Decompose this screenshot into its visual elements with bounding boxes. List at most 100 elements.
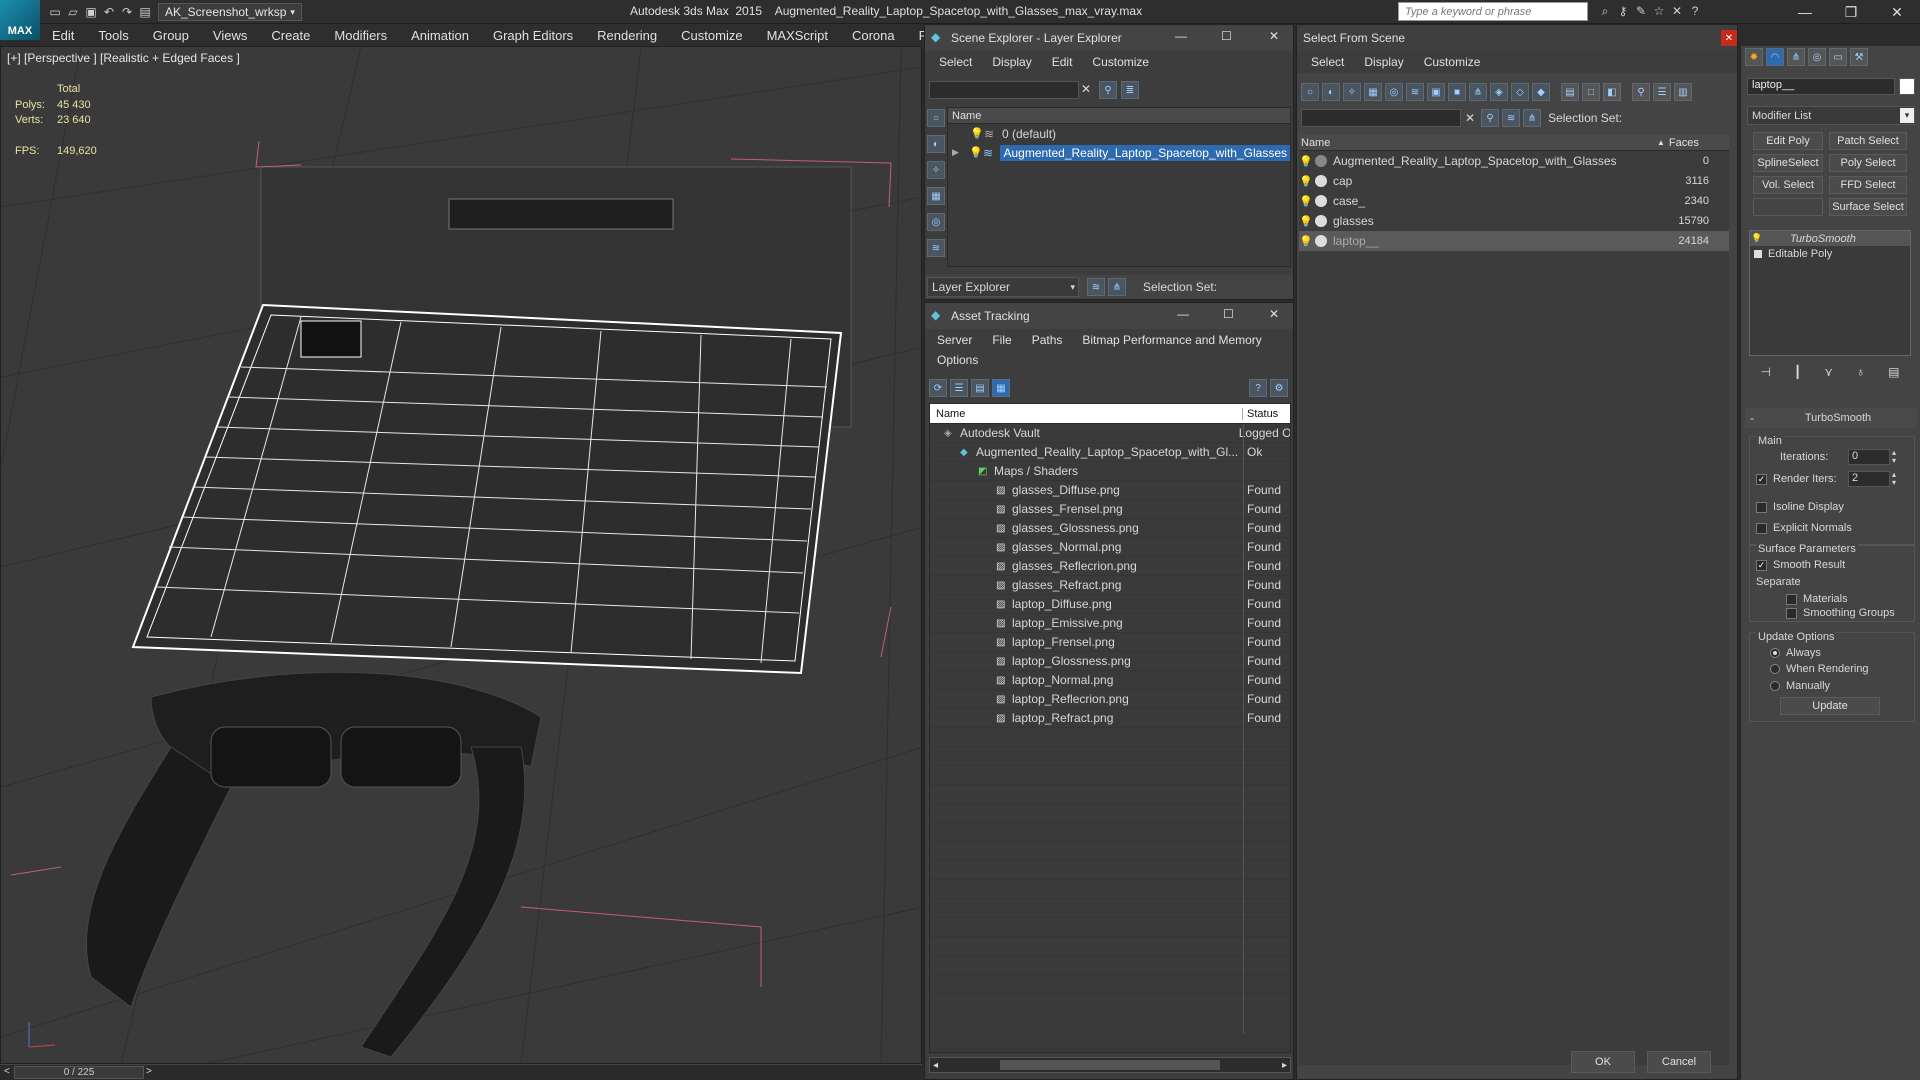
tree-view-icon[interactable]: ▤ (971, 379, 989, 397)
always-radio[interactable] (1770, 648, 1780, 658)
iterations-spinner[interactable]: 0 (1848, 449, 1890, 465)
se-search-field[interactable] (929, 81, 1079, 99)
close-icon[interactable]: ✕ (1269, 29, 1279, 43)
render-iters-spinner[interactable]: 2 (1848, 471, 1890, 487)
close-button[interactable]: ✕ (1874, 0, 1920, 24)
display-xrefs-icon[interactable]: ■ (1448, 83, 1466, 101)
maximize-icon[interactable]: ☐ (1223, 307, 1234, 321)
poly-select-button[interactable]: Poly Select (1829, 154, 1907, 172)
at-menu-file[interactable]: File (982, 333, 1021, 347)
table-view-icon[interactable]: ▦ (992, 379, 1010, 397)
scene-explorer-titlebar[interactable]: ◆ Scene Explorer - Layer Explorer — ☐ ✕ (925, 25, 1293, 51)
display-lights-icon[interactable]: ✧ (927, 161, 945, 179)
help-icon[interactable]: ? (1249, 379, 1267, 397)
layer-icon[interactable]: ≋ (1502, 109, 1521, 127)
minimize-icon[interactable]: — (1175, 29, 1187, 43)
motion-tab-icon[interactable]: ◎ (1808, 48, 1826, 66)
asset-row[interactable]: ▨ laptop_Reflecrion.png Found (930, 690, 1290, 709)
empty-modifier-button[interactable] (1753, 198, 1823, 216)
configure-sets-icon[interactable]: ▤ (1888, 365, 1899, 379)
asset-row[interactable]: ▨ glasses_Normal.png Found (930, 538, 1290, 557)
viewport-label[interactable]: [+] [Perspective ] [Realistic + Edged Fa… (7, 51, 240, 65)
sfs-search-field[interactable] (1301, 109, 1461, 127)
lightbulb-icon[interactable]: 💡 (969, 146, 983, 159)
collapse-icon[interactable]: - (1745, 411, 1759, 425)
restore-button[interactable]: ❐ (1828, 0, 1874, 24)
close-x-icon[interactable]: ✕ (1668, 3, 1686, 19)
display-lights-icon[interactable]: ✧ (1343, 83, 1361, 101)
scroll-left-icon[interactable]: ◂ (933, 1060, 938, 1071)
display-frozen-icon[interactable]: ◇ (1511, 83, 1529, 101)
explorer-type-dropdown[interactable]: Layer Explorer ▾ (927, 277, 1079, 297)
project-icon[interactable]: ▤ (136, 4, 154, 20)
se-menu-edit[interactable]: Edit (1042, 55, 1083, 69)
open-file-icon[interactable]: ▱ (64, 4, 82, 20)
lightbulb-icon[interactable]: 💡 (1299, 175, 1313, 188)
smooth-result-checkbox[interactable]: ✓ (1756, 559, 1767, 571)
layer-manager-icon[interactable]: ≋ (1087, 278, 1105, 296)
at-menu-server[interactable]: Server (927, 333, 982, 347)
display-none-icon[interactable]: □ (1582, 83, 1600, 101)
scene-object-row[interactable]: 💡 Augmented_Reality_Laptop_Spacetop_with_… (1299, 151, 1729, 171)
spinner-arrows-icon[interactable]: ▴ ▾ (1892, 449, 1896, 465)
display-shapes-icon[interactable]: ◐ (1322, 83, 1340, 101)
at-menu-bitmap[interactable]: Bitmap Performance and Memory (1072, 333, 1271, 347)
display-cameras-icon[interactable]: ▦ (927, 187, 945, 205)
scene-object-row[interactable]: 💡 case_ 2340 (1299, 191, 1729, 211)
next-frame-icon[interactable]: > (146, 1066, 152, 1077)
se-col-name[interactable]: Name (948, 108, 1290, 124)
scrollbar-thumb[interactable] (1000, 1060, 1220, 1070)
at-menu-options[interactable]: Options (927, 353, 988, 367)
asset-row[interactable]: ◆ Augmented_Reality_Laptop_Spacetop_with_… (930, 443, 1290, 462)
menu-modifiers[interactable]: Modifiers (322, 28, 399, 43)
layer-row-selected[interactable]: ▶ 💡 ≋ Augmented_Reality_Laptop_Spacetop_… (948, 143, 1290, 162)
spinner-arrows-icon[interactable]: ▴ ▾ (1892, 471, 1896, 487)
create-tab-icon[interactable]: ✹ (1745, 48, 1763, 66)
sfs-menu-display[interactable]: Display (1354, 55, 1413, 69)
ffd-select-button[interactable]: FFD Select (1829, 176, 1907, 194)
sfs-titlebar[interactable]: Select From Scene ✕ (1297, 25, 1737, 51)
sfs-col-name[interactable]: Name (1299, 137, 1667, 149)
minimize-button[interactable]: — (1782, 0, 1828, 24)
patch-select-button[interactable]: Patch Select (1829, 132, 1907, 150)
time-slider-thumb[interactable]: 0 / 225 (14, 1066, 144, 1079)
asset-row[interactable]: ▨ glasses_Refract.png Found (930, 576, 1290, 595)
menu-create[interactable]: Create (259, 28, 322, 43)
redo-icon[interactable]: ↷ (118, 4, 136, 20)
key-icon[interactable]: ⚷ (1614, 3, 1632, 19)
expand-arrow-icon[interactable]: ▶ (952, 147, 969, 158)
clear-search-icon[interactable]: ✕ (1465, 111, 1475, 125)
menu-graph-editors[interactable]: Graph Editors (481, 28, 585, 43)
communication-icon[interactable]: ✎ (1632, 3, 1650, 19)
maximize-icon[interactable]: ☐ (1221, 29, 1232, 43)
perspective-viewport[interactable]: [+] [Perspective ] [Realistic + Edged Fa… (0, 46, 922, 1064)
asset-tracking-titlebar[interactable]: ◆ Asset Tracking — ☐ ✕ (925, 303, 1293, 329)
se-menu-select[interactable]: Select (929, 55, 982, 69)
remove-modifier-icon[interactable]: ♁ (1856, 365, 1865, 379)
menu-customize[interactable]: Customize (669, 28, 754, 43)
menu-animation[interactable]: Animation (399, 28, 481, 43)
cancel-button[interactable]: Cancel (1647, 1051, 1711, 1073)
menu-tools[interactable]: Tools (86, 28, 140, 43)
new-file-icon[interactable]: ▭ (46, 4, 64, 20)
utilities-tab-icon[interactable]: ⚒ (1850, 48, 1868, 66)
stack-item-turbosmooth[interactable]: 💡 TurboSmooth (1750, 231, 1910, 246)
spline-select-button[interactable]: SplineSelect (1753, 154, 1823, 172)
refresh-icon[interactable]: ⟳ (929, 379, 947, 397)
asset-row[interactable]: ◩ Maps / Shaders (930, 462, 1290, 481)
display-none-icon[interactable]: ○ (927, 109, 945, 127)
update-button[interactable]: Update (1780, 697, 1880, 715)
close-icon[interactable]: ✕ (1269, 307, 1279, 321)
explicit-normals-checkbox[interactable] (1756, 522, 1767, 534)
scene-object-row[interactable]: 💡 cap 3116 (1299, 171, 1729, 191)
layer-row-default[interactable]: 💡 ≋ 0 (default) (948, 124, 1290, 143)
binoculars-icon[interactable]: ⌕ (1596, 3, 1614, 19)
lightbulb-icon[interactable]: 💡 (1299, 155, 1313, 168)
filter-icon[interactable]: ⚲ (1099, 81, 1117, 99)
surface-select-button[interactable]: Surface Select (1829, 198, 1907, 216)
modify-tab-icon[interactable]: ◠ (1766, 48, 1784, 66)
display-tab-icon[interactable]: ▭ (1829, 48, 1847, 66)
vol-select-button[interactable]: Vol. Select (1753, 176, 1823, 194)
display-layers-icon[interactable]: ≋ (927, 239, 945, 257)
display-spacewarps-icon[interactable]: ≋ (1406, 83, 1424, 101)
